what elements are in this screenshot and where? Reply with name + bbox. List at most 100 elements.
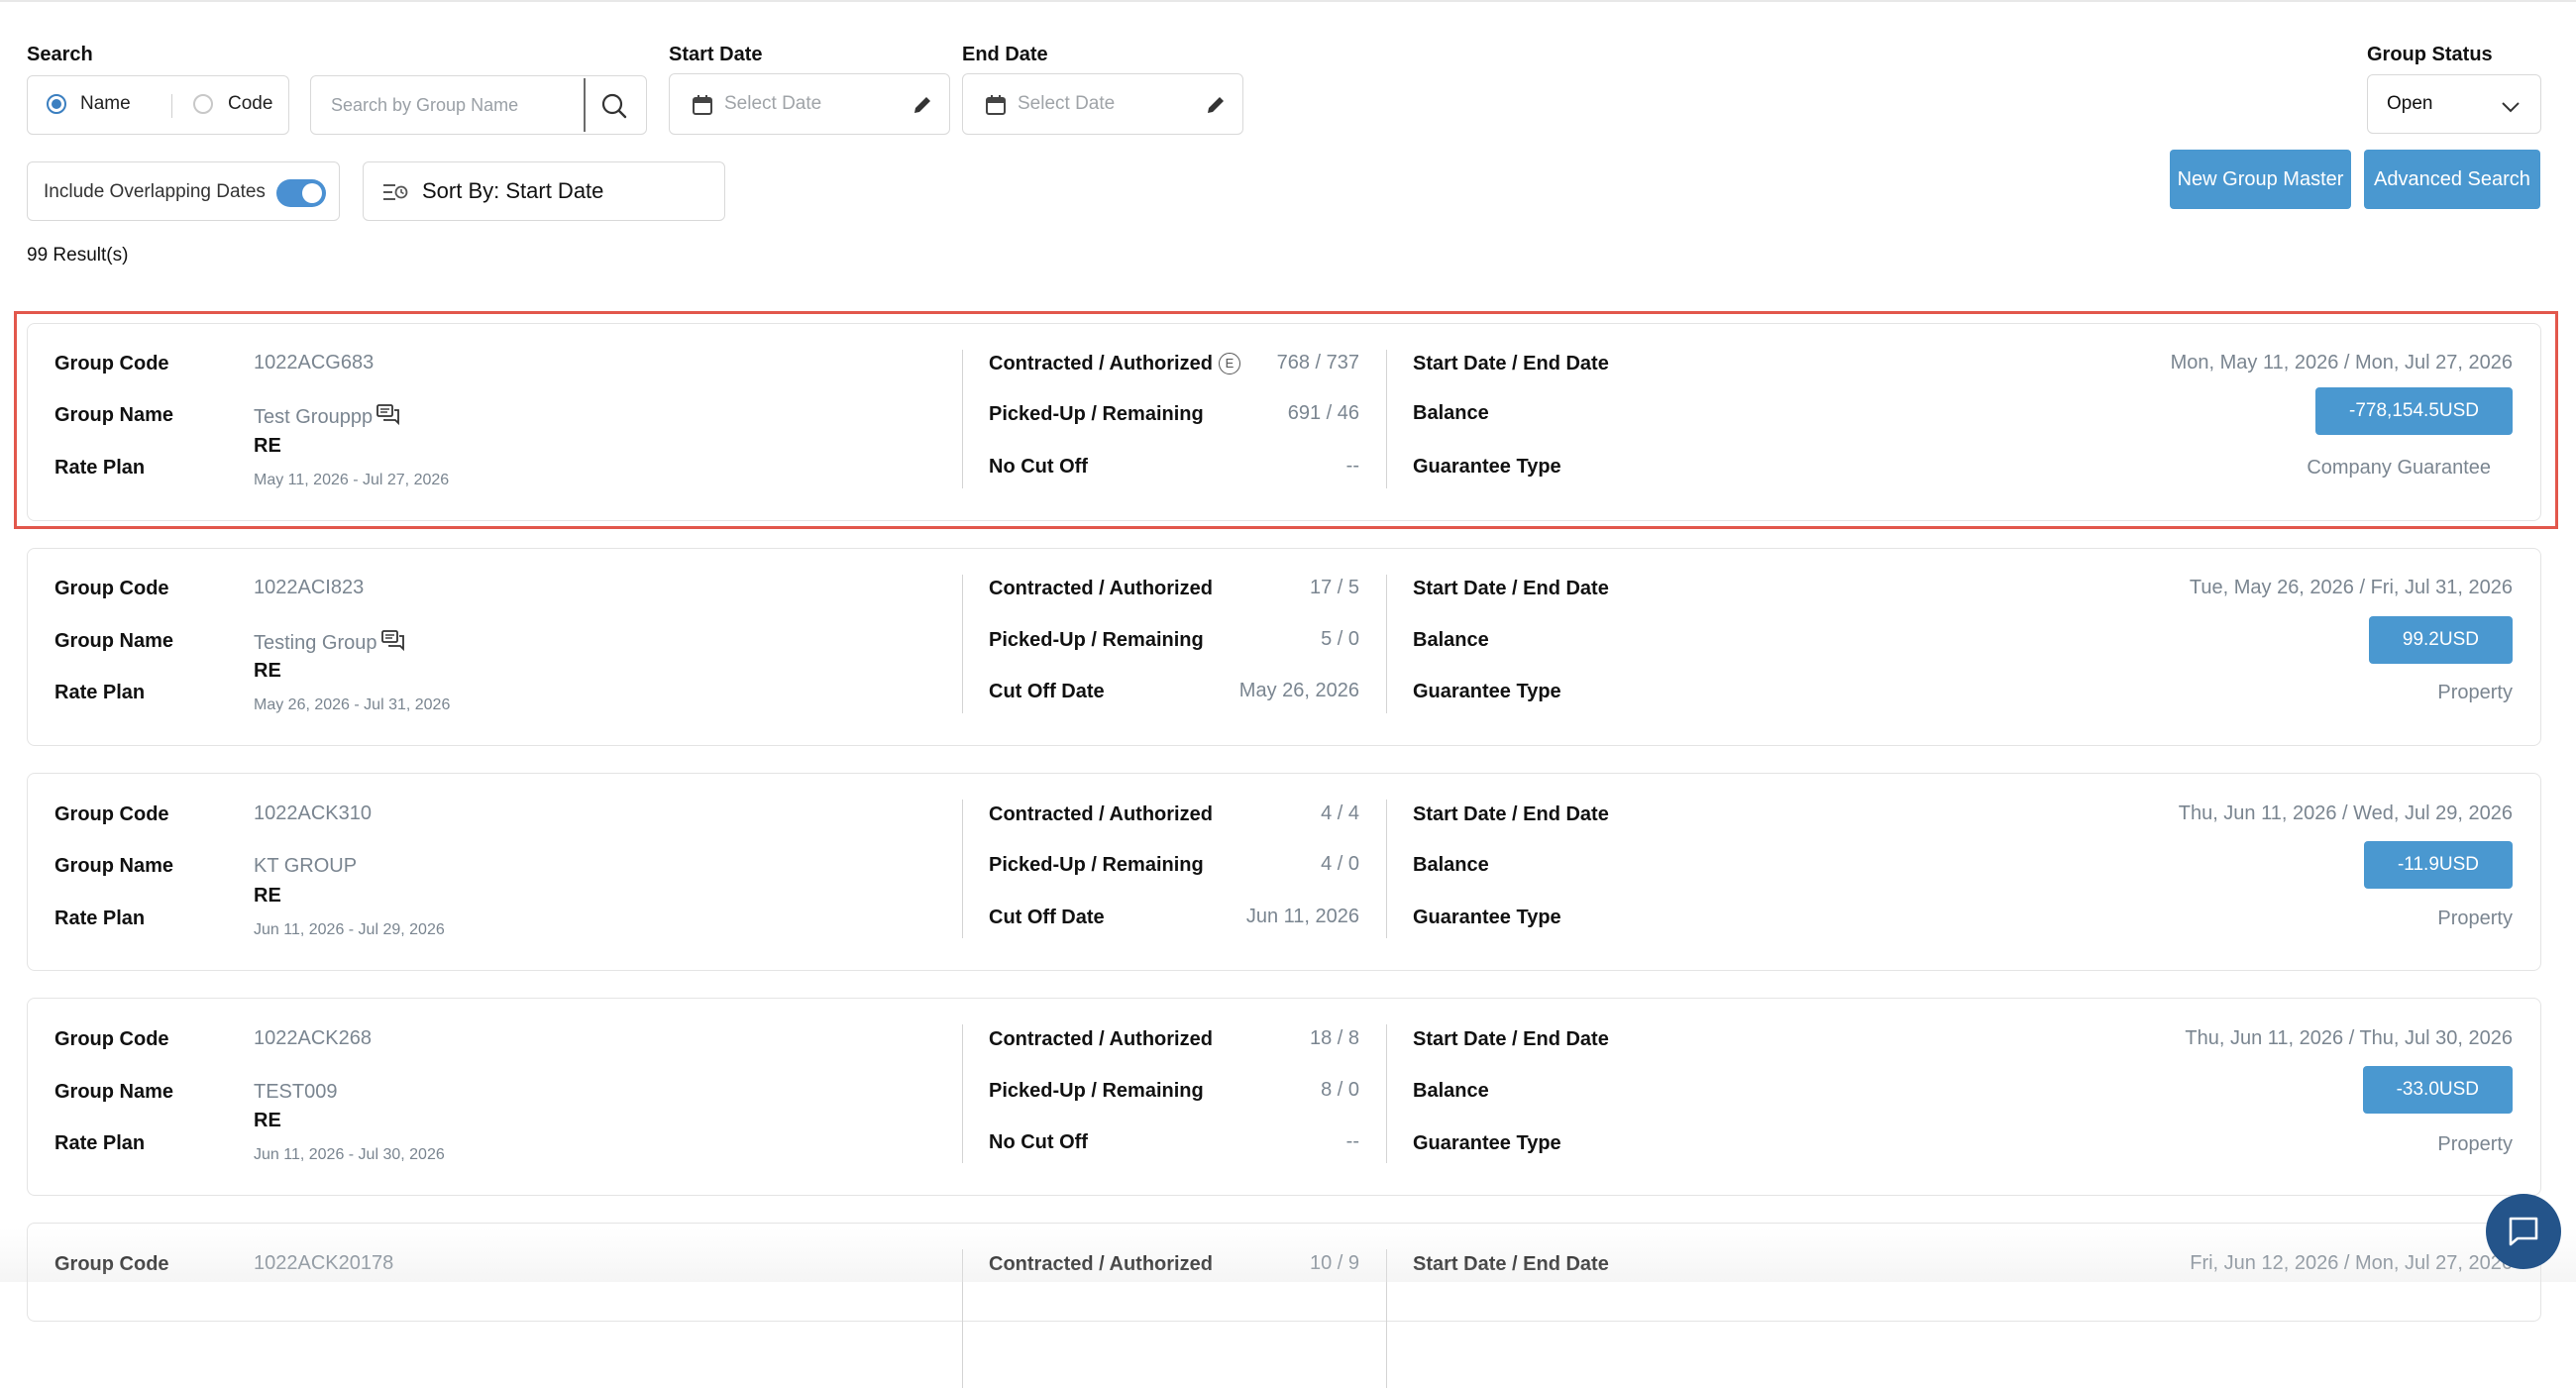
rate-plan-label: Rate Plan bbox=[54, 682, 146, 703]
cutoff-label: No Cut Off bbox=[989, 1131, 1088, 1153]
picked-up-value: 5 / 0 bbox=[1321, 628, 1359, 650]
guarantee-value: Property bbox=[2437, 908, 2513, 929]
guarantee-label: Guarantee Type bbox=[1413, 1132, 1561, 1154]
end-date-picker[interactable]: Select Date bbox=[962, 73, 1243, 135]
top-divider bbox=[0, 0, 2576, 2]
chevron-down-icon bbox=[2502, 102, 2520, 113]
sort-label: Sort By: Start Date bbox=[422, 178, 604, 203]
start-date-placeholder: Select Date bbox=[724, 93, 822, 114]
search-input[interactable] bbox=[313, 78, 581, 132]
picked-up-label: Picked-Up / Remaining bbox=[989, 629, 1204, 651]
picked-up-value: 4 / 0 bbox=[1321, 853, 1359, 875]
comments-icon[interactable] bbox=[380, 630, 405, 652]
cutoff-label: Cut Off Date bbox=[989, 907, 1105, 928]
group-code-label: Group Code bbox=[54, 1028, 169, 1050]
start-date-label: Start Date bbox=[669, 44, 763, 65]
search-mode-radio-group: Name Code bbox=[27, 75, 289, 135]
pencil-icon[interactable] bbox=[912, 94, 933, 116]
balance-badge[interactable]: 99.2USD bbox=[2368, 616, 2513, 664]
radio-separator bbox=[171, 94, 172, 118]
group-code-label: Group Code bbox=[54, 803, 169, 825]
new-group-master-button[interactable]: New Group Master bbox=[2170, 150, 2351, 209]
guarantee-label: Guarantee Type bbox=[1413, 681, 1561, 702]
overlap-dates-label: Include Overlapping Dates bbox=[44, 181, 266, 202]
start-end-value: Fri, Jun 12, 2026 / Mon, Jul 27, 2026 bbox=[2190, 1252, 2513, 1274]
start-end-value: Thu, Jun 11, 2026 / Thu, Jul 30, 2026 bbox=[2185, 1027, 2513, 1049]
sort-dropdown[interactable]: Sort By: Start Date bbox=[363, 161, 725, 221]
balance-badge[interactable]: -33.0USD bbox=[2362, 1066, 2513, 1114]
group-name-value: Testing Group bbox=[254, 630, 405, 655]
card-divider bbox=[962, 800, 963, 938]
radio-name[interactable] bbox=[47, 94, 66, 114]
card-divider bbox=[1386, 575, 1387, 713]
guarantee-value: Property bbox=[2437, 682, 2513, 703]
balance-label: Balance bbox=[1413, 629, 1489, 651]
group-code-value: 1022ACK268 bbox=[254, 1027, 372, 1049]
radio-code[interactable] bbox=[193, 94, 213, 114]
picked-up-label: Picked-Up / Remaining bbox=[989, 1080, 1204, 1102]
rate-plan-label: Rate Plan bbox=[54, 908, 146, 929]
advanced-search-button[interactable]: Advanced Search bbox=[2364, 150, 2540, 209]
rate-plan-code: RE bbox=[254, 1110, 281, 1131]
group-status-label: Group Status bbox=[2367, 44, 2493, 65]
group-card[interactable]: Group Code 1022ACI823 Group Name Testing… bbox=[27, 548, 2541, 746]
card-divider bbox=[1386, 1249, 1387, 1388]
start-end-value: Thu, Jun 11, 2026 / Wed, Jul 29, 2026 bbox=[2178, 802, 2513, 824]
cutoff-value: -- bbox=[1345, 1130, 1359, 1152]
rate-plan-dates: Jun 11, 2026 - Jul 30, 2026 bbox=[254, 1146, 445, 1163]
start-end-label: Start Date / End Date bbox=[1413, 578, 1609, 599]
start-end-label: Start Date / End Date bbox=[1413, 1028, 1609, 1050]
cutoff-label: Cut Off Date bbox=[989, 681, 1105, 702]
calendar-icon bbox=[986, 95, 1006, 115]
start-end-label: Start Date / End Date bbox=[1413, 803, 1609, 825]
group-name-value: KT GROUP bbox=[254, 855, 358, 877]
card-divider bbox=[962, 575, 963, 713]
contracted-value: 4 / 4 bbox=[1321, 802, 1359, 824]
radio-name-label[interactable]: Name bbox=[80, 93, 131, 115]
balance-badge[interactable]: -11.9USD bbox=[2363, 841, 2513, 889]
rate-plan-dates: May 26, 2026 - Jul 31, 2026 bbox=[254, 696, 451, 713]
contracted-label: Contracted / Authorized bbox=[989, 578, 1213, 599]
results-count: 99 Result(s) bbox=[27, 245, 129, 266]
guarantee-label: Guarantee Type bbox=[1413, 907, 1561, 928]
group-name-label: Group Name bbox=[54, 1081, 174, 1103]
contracted-value: 17 / 5 bbox=[1309, 577, 1359, 598]
chat-button[interactable] bbox=[2486, 1194, 2561, 1269]
group-code-label: Group Code bbox=[54, 1253, 169, 1275]
search-field bbox=[310, 75, 647, 135]
card-divider bbox=[962, 1024, 963, 1163]
picked-up-label: Picked-Up / Remaining bbox=[989, 854, 1204, 876]
card-divider bbox=[1386, 800, 1387, 938]
group-card[interactable]: Group Code 1022ACK310 Group Name KT GROU… bbox=[27, 773, 2541, 971]
group-status-value: Open bbox=[2387, 93, 2433, 114]
group-code-value: 1022ACK20178 bbox=[254, 1252, 394, 1274]
sort-icon bbox=[383, 184, 408, 200]
cutoff-value: Jun 11, 2026 bbox=[1245, 906, 1359, 927]
contracted-value: 10 / 9 bbox=[1309, 1252, 1359, 1274]
search-button[interactable] bbox=[598, 90, 630, 122]
card-divider bbox=[962, 1249, 963, 1388]
end-date-label: End Date bbox=[962, 44, 1048, 65]
group-code-label: Group Code bbox=[54, 578, 169, 599]
balance-label: Balance bbox=[1413, 854, 1489, 876]
pencil-icon[interactable] bbox=[1205, 94, 1227, 116]
end-date-placeholder: Select Date bbox=[1018, 93, 1116, 114]
radio-code-label[interactable]: Code bbox=[228, 93, 272, 115]
group-code-value: 1022ACI823 bbox=[254, 577, 365, 598]
overlap-dates-filter: Include Overlapping Dates bbox=[27, 161, 340, 221]
start-end-label: Start Date / End Date bbox=[1413, 1253, 1609, 1275]
contracted-value: 18 / 8 bbox=[1309, 1027, 1359, 1049]
rate-plan-dates: Jun 11, 2026 - Jul 29, 2026 bbox=[254, 921, 445, 938]
contracted-label: Contracted / Authorized bbox=[989, 1253, 1213, 1275]
group-name-label: Group Name bbox=[54, 630, 174, 652]
group-card[interactable]: Group Code 1022ACK20178 Contracted / Aut… bbox=[27, 1223, 2541, 1388]
group-status-select[interactable]: Open bbox=[2367, 74, 2541, 134]
chat-icon bbox=[2509, 1217, 2538, 1246]
guarantee-value: Property bbox=[2437, 1133, 2513, 1155]
rate-plan-code: RE bbox=[254, 660, 281, 682]
group-name-value: TEST009 bbox=[254, 1081, 338, 1103]
balance-label: Balance bbox=[1413, 1080, 1489, 1102]
overlap-dates-toggle[interactable] bbox=[276, 179, 326, 207]
group-card[interactable]: Group Code 1022ACK268 Group Name TEST009… bbox=[27, 998, 2541, 1196]
start-date-picker[interactable]: Select Date bbox=[669, 73, 950, 135]
